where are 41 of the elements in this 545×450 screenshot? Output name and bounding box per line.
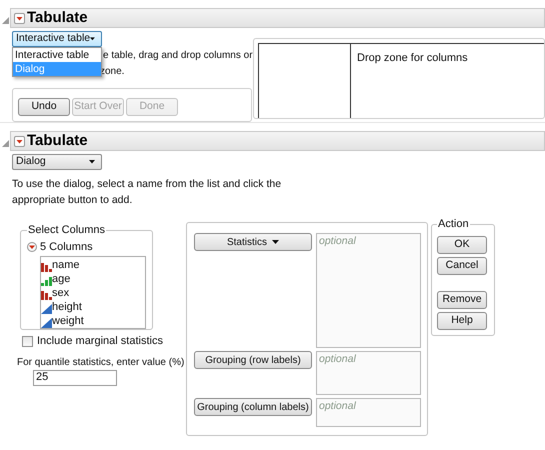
column-drop-zone[interactable]: Drop zone for columns — [351, 44, 544, 118]
mode-dropdown[interactable]: Dialog — [12, 154, 102, 170]
drop-zone-label: Drop zone for columns — [357, 52, 468, 64]
column-list-item[interactable]: weight — [41, 314, 145, 328]
menu-item[interactable]: Interactive table — [13, 48, 101, 62]
role-button[interactable]: Statistics — [194, 233, 312, 251]
continuous-column-icon — [41, 304, 52, 314]
action-button[interactable]: Cancel — [437, 256, 487, 274]
role-button[interactable]: Grouping (row labels) — [194, 351, 312, 369]
continuous-column-icon — [41, 318, 52, 328]
mode-dropdown[interactable]: Interactive table — [12, 31, 102, 47]
field-label: For quantile statistics, enter value (%) — [17, 356, 184, 370]
role-button[interactable]: Grouping (column labels) — [194, 398, 312, 416]
group-title: Action — [437, 217, 470, 232]
action-button[interactable]: OK — [437, 236, 487, 254]
instruction-text: To use the dialog, select a name from the list and click the appropriate button to add. — [12, 177, 282, 208]
action-button[interactable]: Help — [437, 312, 487, 330]
quantile-input[interactable]: 25 — [33, 370, 117, 386]
nominal-column-icon — [41, 290, 52, 300]
placeholder-text: optional — [319, 235, 356, 247]
column-list-item[interactable]: name — [41, 258, 145, 272]
panel-title: Tabulate — [27, 8, 88, 28]
action-button[interactable]: Remove — [437, 290, 487, 308]
caret-icon — [90, 37, 95, 41]
placeholder-text: optional — [319, 353, 356, 365]
marginal-checkbox[interactable]: Include marginal statistics — [22, 333, 186, 350]
caret-icon — [89, 160, 95, 164]
panel-title: Tabulate — [27, 130, 88, 151]
column-list-item[interactable]: sex — [41, 286, 145, 300]
column-list-item[interactable]: height — [41, 300, 145, 314]
nominal-column-icon — [41, 262, 52, 272]
disclosure-icon[interactable] — [2, 16, 9, 24]
disclosure-icon[interactable] — [2, 140, 9, 146]
toolbar-button[interactable]: Undo — [18, 98, 70, 116]
column-list-item[interactable]: age — [41, 272, 145, 286]
caret-icon — [272, 240, 279, 244]
placeholder-text: optional — [319, 400, 356, 412]
ordinal-column-icon — [41, 276, 52, 286]
column-count: 5 Columns — [40, 240, 93, 254]
instruction-text: e table, drag and drop columns or — [103, 49, 253, 63]
group-title: Select Columns — [27, 223, 106, 238]
